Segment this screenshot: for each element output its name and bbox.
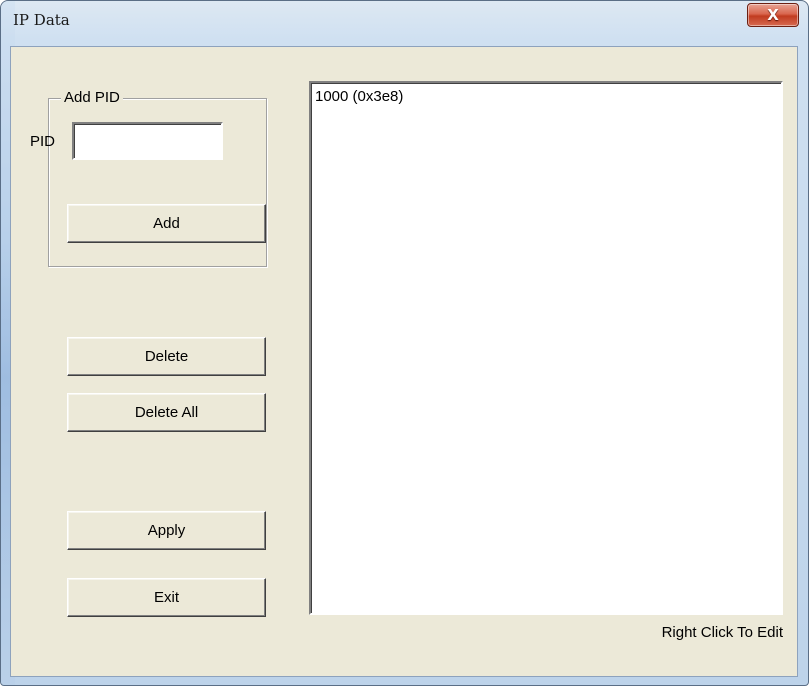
right-click-hint: Right Click To Edit bbox=[661, 624, 783, 641]
exit-button[interactable]: Exit bbox=[67, 578, 266, 617]
pid-label: PID bbox=[30, 133, 56, 150]
list-item[interactable]: 1000 (0x3e8) bbox=[315, 88, 403, 105]
close-icon: X bbox=[767, 5, 779, 24]
close-button[interactable]: X bbox=[747, 3, 799, 27]
title-bar[interactable]: IP Data X bbox=[1, 1, 808, 45]
dialog-client-area: Add PID PID Add Delete Delete All Apply … bbox=[10, 46, 798, 677]
pid-input[interactable] bbox=[72, 122, 223, 160]
add-button[interactable]: Add bbox=[67, 204, 266, 243]
dialog-window: IP Data X Add PID PID Add Delete Delete … bbox=[0, 0, 809, 686]
delete-button[interactable]: Delete bbox=[67, 337, 266, 376]
pid-listbox[interactable]: 1000 (0x3e8) bbox=[309, 81, 783, 615]
add-pid-group-title: Add PID bbox=[61, 89, 123, 106]
window-title: IP Data bbox=[13, 11, 70, 29]
delete-all-button[interactable]: Delete All bbox=[67, 393, 266, 432]
apply-button[interactable]: Apply bbox=[67, 511, 266, 550]
